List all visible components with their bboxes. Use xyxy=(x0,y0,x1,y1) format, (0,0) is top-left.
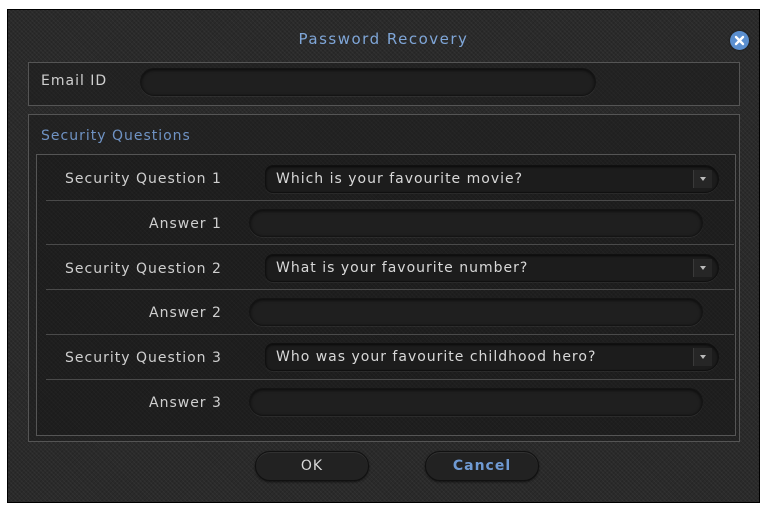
divider xyxy=(46,289,734,290)
answer-3-label: Answer 3 xyxy=(149,395,222,411)
answer-1-label: Answer 1 xyxy=(149,216,222,232)
ok-button[interactable]: OK xyxy=(255,451,369,481)
answer-2-label: Answer 2 xyxy=(149,305,222,321)
security-question-3-value: Who was your favourite childhood hero? xyxy=(276,349,597,365)
security-question-1-value: Which is your favourite movie? xyxy=(276,171,524,187)
close-icon xyxy=(734,35,745,46)
cancel-button[interactable]: Cancel xyxy=(425,451,539,481)
password-recovery-dialog: Password Recovery Email ID Security Ques… xyxy=(7,9,760,503)
email-label: Email ID xyxy=(41,73,108,89)
security-question-3-label: Security Question 3 xyxy=(65,350,222,366)
answer-3-field[interactable] xyxy=(249,388,703,416)
chevron-down-icon xyxy=(693,348,712,366)
divider xyxy=(46,334,734,335)
security-question-1-label: Security Question 1 xyxy=(65,171,222,187)
answer-1-field[interactable] xyxy=(249,209,703,237)
security-question-2-value: What is your favourite number? xyxy=(276,260,529,276)
close-button[interactable] xyxy=(730,31,749,50)
divider xyxy=(46,244,734,245)
divider xyxy=(46,200,734,201)
security-question-3-select[interactable]: Who was your favourite childhood hero? xyxy=(265,343,719,371)
chevron-down-icon xyxy=(693,170,712,188)
security-question-1-select[interactable]: Which is your favourite movie? xyxy=(265,165,719,193)
security-question-2-select[interactable]: What is your favourite number? xyxy=(265,254,719,282)
security-question-2-label: Security Question 2 xyxy=(65,261,222,277)
divider xyxy=(46,379,734,380)
security-questions-title: Security Questions xyxy=(41,128,191,144)
answer-2-field[interactable] xyxy=(249,298,703,326)
email-field[interactable] xyxy=(140,68,596,96)
dialog-title: Password Recovery xyxy=(298,30,469,48)
chevron-down-icon xyxy=(693,259,712,277)
